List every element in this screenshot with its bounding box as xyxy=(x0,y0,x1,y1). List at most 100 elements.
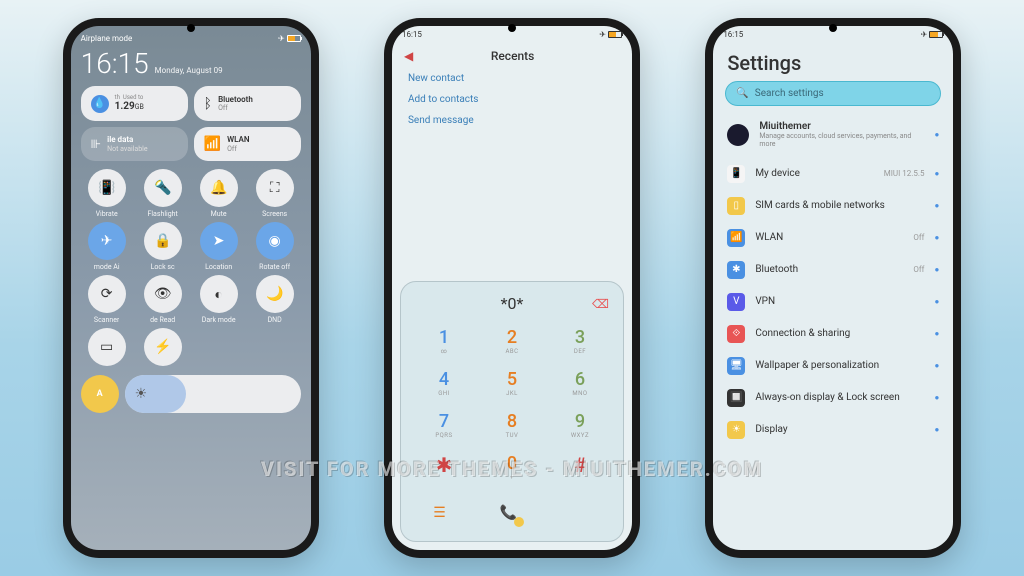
bluetooth-icon: ᛒ xyxy=(204,96,212,112)
key-2[interactable]: 2ABC xyxy=(479,321,545,361)
wlan-tile[interactable]: 📶 WLANOff xyxy=(194,127,301,161)
toggle-5[interactable]: 🔒Lock sc xyxy=(137,222,189,271)
chevron-icon: ● xyxy=(934,233,939,242)
settings-item[interactable]: ☀Display● xyxy=(725,414,941,446)
status-time: 16:15 xyxy=(402,30,422,39)
avatar xyxy=(727,124,749,146)
key-1[interactable]: 1∞ xyxy=(411,321,477,361)
phone-dialer: 16:15 ✈ ◀ Recents New contactAdd to cont… xyxy=(384,18,640,558)
settings-item[interactable]: VVPN● xyxy=(725,286,941,318)
toggle-8[interactable]: ⟳Scanner xyxy=(81,275,133,324)
toggle-icon: ⚡ xyxy=(144,328,182,366)
brightness-slider[interactable]: ☀ xyxy=(125,375,301,413)
phone-control-center: Airplane mode ✈ 16:15 Monday, August 09 … xyxy=(63,18,319,558)
toggle-9[interactable]: 👁 de Read xyxy=(137,275,189,324)
toggle-icon: ◉ xyxy=(256,222,294,260)
key-6[interactable]: 6MNO xyxy=(547,363,613,403)
settings-item[interactable]: ▯SIM cards & mobile networks● xyxy=(725,190,941,222)
toggle-3[interactable]: ⛶Screens xyxy=(249,169,301,218)
settings-item[interactable]: 🖥Wallpaper & personalization● xyxy=(725,350,941,382)
item-icon: 📱 xyxy=(727,165,745,183)
dial-pad: *0* ⌫ 1∞2ABC3DEF4GHI5JKL6MNO7PQRS8TUV9WX… xyxy=(400,281,624,542)
chevron-icon: ● xyxy=(934,169,939,178)
key-0[interactable]: 0+ xyxy=(479,447,545,487)
toggle-1[interactable]: 🔦Flashlight xyxy=(137,169,189,218)
toggle-icon: 🔦 xyxy=(144,169,182,207)
battery-icon: ✈ xyxy=(921,30,944,39)
toggle-icon: ⟳ xyxy=(88,275,126,313)
search-input[interactable]: 🔍 Search settings xyxy=(725,81,941,106)
quick-tiles: 💧 th Used to 1.29GB ᛒ BluetoothOff ⊪ ile… xyxy=(81,86,301,161)
toggle-label: Vibrate xyxy=(96,210,118,218)
toggle-icon: 👁 xyxy=(144,275,182,313)
toggle-label: de Read xyxy=(150,316,175,324)
chevron-icon: ● xyxy=(934,329,939,338)
chevron-icon: ● xyxy=(934,201,939,210)
dialer-link[interactable]: New contact xyxy=(408,73,616,84)
item-icon: ✱ xyxy=(727,261,745,279)
item-icon: V xyxy=(727,293,745,311)
item-icon: 🔲 xyxy=(727,389,745,407)
settings-item[interactable]: 🔲Always-on display & Lock screen● xyxy=(725,382,941,414)
key-4[interactable]: 4GHI xyxy=(411,363,477,403)
key-#[interactable]: # xyxy=(547,447,613,487)
key-9[interactable]: 9WXYZ xyxy=(547,405,613,445)
chevron-icon: ● xyxy=(934,130,939,139)
time-row: 16:15 Monday, August 09 xyxy=(81,47,301,80)
toggle-icon: ✈ xyxy=(88,222,126,260)
dialer-link[interactable]: Send message xyxy=(408,115,616,126)
bluetooth-tile[interactable]: ᛒ BluetoothOff xyxy=(194,86,301,121)
account-item[interactable]: Miuithemer Manage accounts, cloud servic… xyxy=(725,114,941,156)
action-links: New contact Add to contacts Send message xyxy=(392,69,632,130)
key-8[interactable]: 8TUV xyxy=(479,405,545,445)
chevron-icon: ● xyxy=(934,361,939,370)
toggle-grid: 📳Vibrate🔦Flashlight🔔Mute⛶Screens ✈mode Ai… xyxy=(81,169,301,369)
search-placeholder: Search settings xyxy=(755,88,824,99)
dialer-link[interactable]: Add to contacts xyxy=(408,94,616,105)
keypad: 1∞2ABC3DEF 4GHI5JKL6MNO 7PQRS8TUV9WXYZ ✱0+# xyxy=(411,321,613,487)
key-5[interactable]: 5JKL xyxy=(479,363,545,403)
mobile-data-tile[interactable]: ⊪ ile dataNot available xyxy=(81,127,188,161)
control-center-screen: Airplane mode ✈ 16:15 Monday, August 09 … xyxy=(71,26,311,550)
key-✱[interactable]: ✱ xyxy=(411,447,477,487)
camera-notch xyxy=(508,24,516,32)
settings-item[interactable]: ⟐Connection & sharing● xyxy=(725,318,941,350)
call-button[interactable] xyxy=(490,495,526,531)
signal-icon: ⊪ xyxy=(91,137,101,151)
key-7[interactable]: 7PQRS xyxy=(411,405,477,445)
settings-item[interactable]: 📶WLANOff● xyxy=(725,222,941,254)
toggle-10[interactable]: ◐ Dark mode xyxy=(193,275,245,324)
auto-brightness-button[interactable]: A xyxy=(81,375,119,413)
toggle-label: Screens xyxy=(262,210,287,218)
key-3[interactable]: 3DEF xyxy=(547,321,613,361)
toggle-label: Mute xyxy=(211,210,227,218)
item-icon: 📶 xyxy=(727,229,745,247)
toggle-13[interactable]: ⚡ xyxy=(137,328,189,369)
battery-icon: ✈ xyxy=(278,34,301,43)
item-icon: ☀ xyxy=(727,421,745,439)
data-usage-tile[interactable]: 💧 th Used to 1.29GB xyxy=(81,86,188,121)
toggle-icon: 🌙 xyxy=(256,275,294,313)
search-icon: 🔍 xyxy=(736,88,748,99)
back-button[interactable]: ◀ xyxy=(404,49,413,63)
toggle-6[interactable]: ➤Location xyxy=(193,222,245,271)
toggle-4[interactable]: ✈mode Ai xyxy=(81,222,133,271)
toggle-7[interactable]: ◉Rotate off xyxy=(249,222,301,271)
settings-item[interactable]: 📱My deviceMIUI 12.5.5● xyxy=(725,158,941,190)
toggle-label: Dark mode xyxy=(202,316,236,324)
brightness-icon: ☀ xyxy=(135,386,148,402)
settings-item[interactable]: ✱BluetoothOff● xyxy=(725,254,941,286)
toggle-0[interactable]: 📳Vibrate xyxy=(81,169,133,218)
toggle-2[interactable]: 🔔Mute xyxy=(193,169,245,218)
chevron-icon: ● xyxy=(934,393,939,402)
dialer-header: ◀ Recents xyxy=(392,43,632,69)
chevron-icon: ● xyxy=(934,265,939,274)
status-mode: Airplane mode xyxy=(81,34,133,43)
water-icon: 💧 xyxy=(91,95,109,113)
toggle-11[interactable]: 🌙DND xyxy=(249,275,301,324)
menu-button[interactable]: ☰ xyxy=(433,505,446,521)
status-time: 16:15 xyxy=(723,30,743,39)
backspace-button[interactable]: ⌫ xyxy=(592,297,609,311)
toggle-12[interactable]: ▭ xyxy=(81,328,133,369)
toggle-icon: ◐ xyxy=(200,275,238,313)
